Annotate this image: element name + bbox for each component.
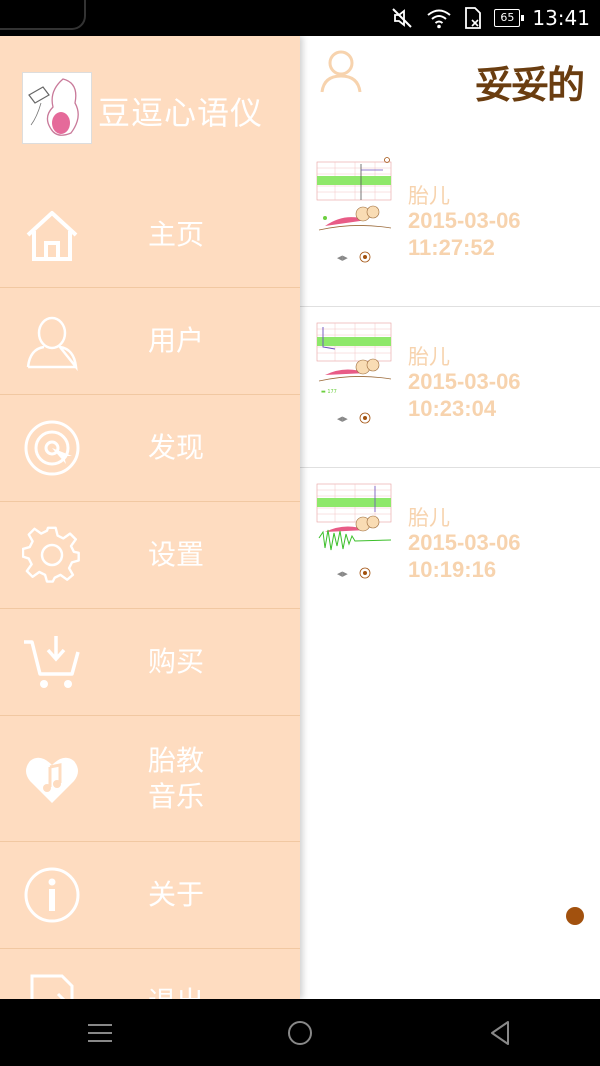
status-icons: 65 13:41	[390, 6, 590, 30]
sim-card-icon	[464, 6, 482, 30]
record-time: 10:19:16	[408, 557, 497, 582]
record-date: 2015-03-06	[408, 530, 521, 555]
drawer-menu: 主页 用户 发现 设置 购买 胎教音乐 关于	[0, 182, 300, 999]
back-triangle-icon[interactable]	[488, 1019, 514, 1051]
menu-item-home[interactable]: 主页	[0, 182, 300, 288]
user-icon	[22, 311, 82, 372]
settings-icon	[21, 525, 82, 585]
record-thumbnail: ◀▶	[315, 478, 393, 590]
record-name: 胎儿	[408, 184, 450, 208]
logout-icon	[22, 972, 82, 999]
record-thumbnail: ▬ 177 ◀▶	[315, 317, 393, 429]
music-heart-icon	[22, 749, 82, 809]
menu-label: 设置	[148, 538, 205, 571]
home-icon	[22, 205, 82, 265]
record-time: 10:23:04	[408, 396, 497, 421]
menu-item-music[interactable]: 胎教音乐	[0, 716, 300, 842]
wifi-icon	[426, 7, 452, 29]
menu-label: 退出	[148, 984, 204, 999]
app-logo	[22, 72, 92, 144]
status-time: 13:41	[532, 6, 590, 30]
record-name: 胎儿	[408, 506, 450, 530]
menu-label: 发现	[148, 431, 205, 464]
menu-label: 胎教音乐	[148, 743, 205, 813]
page-title: 妥妥的	[475, 62, 585, 107]
navigation-bar	[0, 999, 600, 1066]
content-header: 妥妥的	[300, 36, 600, 146]
record-item[interactable]: ▬ 177 ◀▶ 胎儿 2015-03-06 10:23:04	[300, 307, 600, 468]
home-circle-icon[interactable]	[285, 1019, 315, 1053]
menu-label: 关于	[148, 878, 205, 911]
record-item[interactable]: ◀▶ 胎儿 2015-03-06 10:19:16	[300, 468, 600, 629]
menu-label: 购买	[148, 645, 205, 678]
floating-dot-button[interactable]	[566, 907, 584, 925]
menu-label: 主页	[148, 217, 205, 251]
status-bar: 65 13:41	[0, 0, 600, 36]
svg-text:▬ 177: ▬ 177	[321, 389, 337, 395]
record-thumbnail: ◀▶	[315, 156, 393, 268]
app-name: 豆逗心语仪	[98, 94, 264, 132]
user-avatar-icon[interactable]	[318, 48, 364, 98]
record-date: 2015-03-06	[408, 208, 521, 233]
battery-icon: 65	[494, 9, 525, 27]
svg-text:◀▶: ◀▶	[337, 570, 348, 578]
record-list: ◀▶ 胎儿 2015-03-06 11:27:52 ▬ 177 ◀▶ 胎儿 20…	[300, 146, 600, 629]
menu-icon[interactable]	[86, 1019, 114, 1051]
menu-item-discover[interactable]: 发现	[0, 395, 300, 502]
menu-label: 用户	[148, 324, 205, 357]
svg-text:◀▶: ◀▶	[337, 415, 348, 423]
info-icon	[22, 865, 82, 925]
menu-item-settings[interactable]: 设置	[0, 502, 300, 609]
svg-text:◀▶: ◀▶	[337, 254, 348, 262]
status-notch	[0, 0, 86, 30]
menu-item-logout[interactable]: 退出	[0, 949, 300, 999]
menu-item-buy[interactable]: 购买	[0, 609, 300, 716]
record-date: 2015-03-06	[408, 369, 521, 394]
record-item[interactable]: ◀▶ 胎儿 2015-03-06 11:27:52	[300, 146, 600, 307]
drawer-header: 豆逗心语仪	[0, 36, 300, 196]
mute-icon	[390, 6, 414, 30]
navigation-drawer: 豆逗心语仪 主页 用户 发现 设置 购买 胎教音乐 关于	[0, 36, 300, 999]
record-name: 胎儿	[408, 345, 450, 369]
menu-item-user[interactable]: 用户	[0, 288, 300, 395]
discover-icon	[22, 418, 82, 478]
record-time: 11:27:52	[408, 235, 495, 260]
menu-item-about[interactable]: 关于	[0, 842, 300, 949]
cart-icon	[22, 632, 82, 692]
